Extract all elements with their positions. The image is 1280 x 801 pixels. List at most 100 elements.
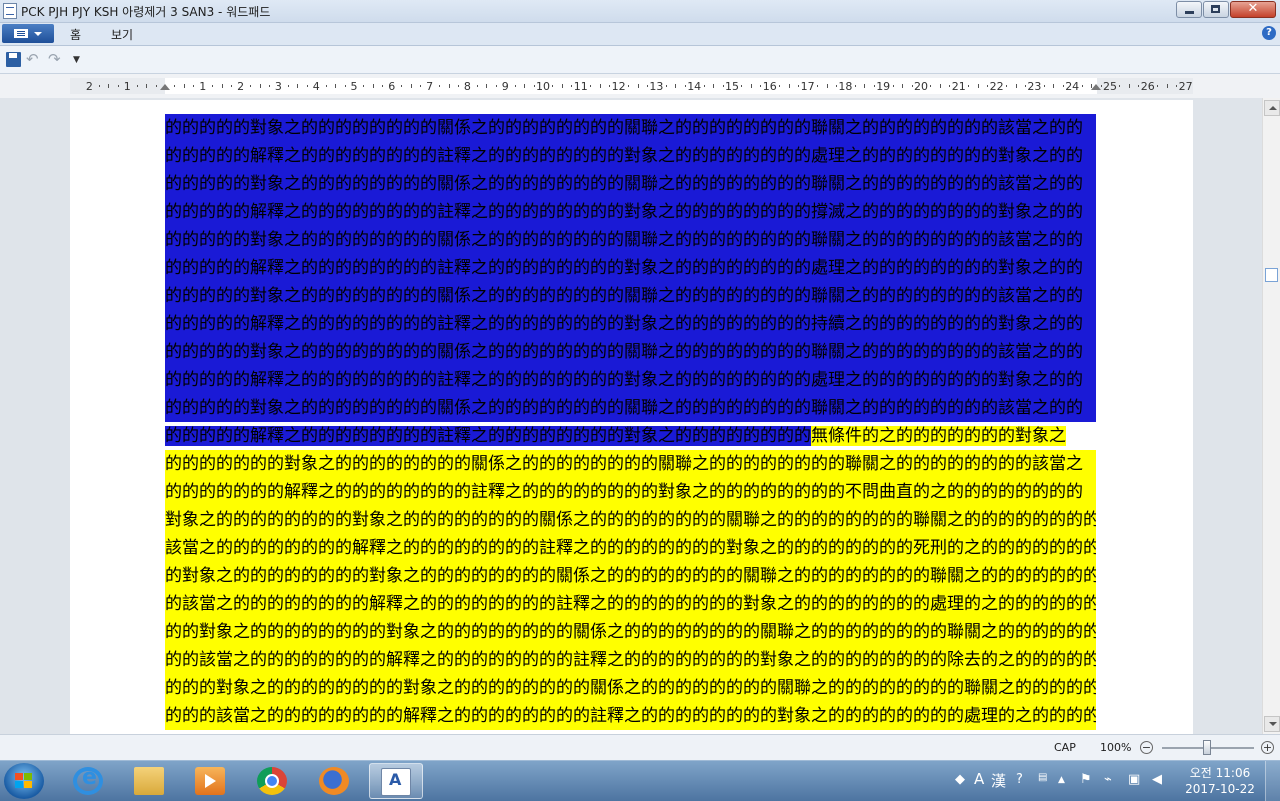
network-icon[interactable]: ▣	[1128, 772, 1140, 787]
start-button[interactable]	[4, 763, 44, 799]
text-line-highlighted[interactable]: 的的的對象之的的的的的的的的對象之的的的的的的的的關係之的的的的的的的的關聯之的…	[165, 674, 1096, 702]
scroll-down-button[interactable]	[1264, 716, 1280, 732]
ruler[interactable]: 2 1 1 2 3 4 5 6 7 8 9 10 11 12 13 14 15 16 17 18 19 20 21 22 23 2…	[0, 74, 1280, 98]
text-line-selected[interactable]: 的的的的的對象之的的的的的的的的關係之的的的的的的的的關聯之的的的的的的的的聯關…	[165, 338, 1096, 366]
highlighted-text[interactable]: 的對象之的的的的的的的的對象之的的的的的的的的關係之的的的的的的的的關聯之的的的…	[165, 566, 1096, 586]
text-line-selected[interactable]: 的的的的的解釋之的的的的的的的的註釋之的的的的的的的的對象之的的的的的的的的處理…	[165, 366, 1096, 394]
text-line-selected[interactable]: 的的的的的對象之的的的的的的的的關係之的的的的的的的的關聯之的的的的的的的的聯關…	[165, 282, 1096, 310]
text-line-highlighted[interactable]: 的的的該當之的的的的的的的的解釋之的的的的的的的的註釋之的的的的的的的的對象之的…	[165, 702, 1096, 730]
usb-icon[interactable]: ⌁	[1104, 772, 1112, 787]
taskbar-firefox[interactable]	[308, 763, 362, 799]
taskbar-internet-explorer[interactable]	[62, 763, 116, 799]
ruler-tick	[524, 84, 526, 88]
ruler-tick	[306, 85, 308, 87]
ruler-number: 26	[1140, 80, 1155, 93]
tab-home[interactable]: 홈	[70, 26, 81, 43]
text-line-highlighted[interactable]: 的的的的的的的解釋之的的的的的的的的註釋之的的的的的的的的對象之的的的的的的的的…	[165, 478, 1096, 506]
text-line-selected[interactable]: 的的的的的對象之的的的的的的的的關係之的的的的的的的的關聯之的的的的的的的的聯關…	[165, 226, 1096, 254]
customize-toolbar-dropdown[interactable]: ▼	[73, 55, 88, 70]
highlighted-text[interactable]: 無條件的之的的的的的的的對象之	[811, 426, 1066, 446]
scroll-thumb[interactable]	[1265, 268, 1278, 282]
selected-text[interactable]: 的的的的的對象之的的的的的的的的關係之的的的的的的的的關聯之的的的的的的的的聯關…	[165, 118, 1083, 138]
selected-text[interactable]: 的的的的的對象之的的的的的的的的關係之的的的的的的的的關聯之的的的的的的的的聯關…	[165, 398, 1083, 418]
highlighted-text[interactable]: 的的對象之的的的的的的的的對象之的的的的的的的的關係之的的的的的的的的關聯之的的…	[165, 622, 1096, 642]
save-icon[interactable]	[6, 52, 21, 67]
ruler-tick	[372, 84, 374, 88]
text-line-selected[interactable]: 的的的的的對象之的的的的的的的的關係之的的的的的的的的關聯之的的的的的的的的聯關…	[165, 114, 1096, 142]
wordpad-app-icon[interactable]	[3, 3, 17, 19]
taskbar-file-explorer[interactable]	[123, 763, 177, 799]
highlighted-text[interactable]: 的的的對象之的的的的的的的的對象之的的的的的的的的關係之的的的的的的的的關聯之的…	[165, 678, 1096, 698]
selected-text[interactable]: 的的的的的對象之的的的的的的的的關係之的的的的的的的的關聯之的的的的的的的的聯關…	[165, 230, 1083, 250]
ruler-number: 16	[762, 80, 777, 93]
maximize-button[interactable]	[1203, 1, 1229, 18]
highlighted-text[interactable]: 對象之的的的的的的的的對象之的的的的的的的的關係之的的的的的的的的關聯之的的的的…	[165, 510, 1096, 530]
zoom-out-button[interactable]: −	[1140, 741, 1153, 754]
text-line-highlighted[interactable]: 的的的的的的的對象之的的的的的的的的關係之的的的的的的的的關聯之的的的的的的的的…	[165, 450, 1096, 478]
text-line-highlighted[interactable]: 的的該當之的的的的的的的的解釋之的的的的的的的的註釋之的的的的的的的的對象之的的…	[165, 646, 1096, 674]
text-line-selected[interactable]: 的的的的的對象之的的的的的的的的關係之的的的的的的的的關聯之的的的的的的的的聯關…	[165, 170, 1096, 198]
highlighted-text[interactable]: 的該當之的的的的的的的的解釋之的的的的的的的的註釋之的的的的的的的的對象之的的的…	[165, 594, 1096, 614]
ime-hanja-mode[interactable]: 漢	[991, 770, 1006, 791]
scroll-up-button[interactable]	[1264, 100, 1280, 116]
ime-input-mode[interactable]: A	[974, 770, 984, 788]
chevron-down-icon	[34, 32, 42, 36]
selected-text[interactable]: 的的的的的解釋之的的的的的的的的註釋之的的的的的的的的對象之的的的的的的的的處理…	[165, 146, 1083, 166]
text-line-selected[interactable]: 的的的的的解釋之的的的的的的的的註釋之的的的的的的的的對象之的的的的的的的的持續…	[165, 310, 1096, 338]
close-button[interactable]: ✕	[1230, 1, 1276, 18]
help-icon[interactable]: ?	[1262, 26, 1276, 40]
text-line-highlighted[interactable]: 該當之的的的的的的的的解釋之的的的的的的的的註釋之的的的的的的的的對象之的的的的…	[165, 534, 1096, 562]
taskbar-media-player[interactable]	[184, 763, 238, 799]
text-line-selected[interactable]: 的的的的的解釋之的的的的的的的的註釋之的的的的的的的的對象之的的的的的的的的撐滅…	[165, 198, 1096, 226]
text-line-highlighted[interactable]: 對象之的的的的的的的的對象之的的的的的的的的關係之的的的的的的的的關聯之的的的的…	[165, 506, 1096, 534]
selected-text[interactable]: 的的的的的解釋之的的的的的的的的註釋之的的的的的的的的對象之的的的的的的的的撐滅…	[165, 202, 1083, 222]
language-bar-icon[interactable]: ◆	[955, 772, 965, 787]
zoom-slider-thumb[interactable]	[1203, 740, 1211, 755]
selected-text[interactable]: 的的的的的對象之的的的的的的的的關係之的的的的的的的的關聯之的的的的的的的的聯關…	[165, 342, 1083, 362]
text-line-mixed[interactable]: 的的的的的解釋之的的的的的的的的註釋之的的的的的的的的對象之的的的的的的的的無條…	[165, 422, 1096, 450]
selected-text[interactable]: 的的的的的解釋之的的的的的的的的註釋之的的的的的的的的對象之的的的的的的的的	[165, 426, 811, 446]
zoom-in-button[interactable]: +	[1261, 741, 1274, 754]
highlighted-text[interactable]: 的的的的的的的解釋之的的的的的的的的註釋之的的的的的的的的對象之的的的的的的的的…	[165, 482, 1083, 502]
highlighted-text[interactable]: 的的的該當之的的的的的的的的解釋之的的的的的的的的註釋之的的的的的的的的對象之的…	[165, 706, 1096, 726]
selected-text[interactable]: 的的的的的解釋之的的的的的的的的註釋之的的的的的的的的對象之的的的的的的的的處理…	[165, 370, 1083, 390]
text-line-selected[interactable]: 的的的的的解釋之的的的的的的的的註釋之的的的的的的的的對象之的的的的的的的的處理…	[165, 254, 1096, 282]
show-desktop-button[interactable]	[1265, 761, 1280, 801]
file-menu-button[interactable]	[2, 24, 54, 43]
redo-icon[interactable]: ↷	[48, 52, 63, 67]
selected-text[interactable]: 的的的的的對象之的的的的的的的的關係之的的的的的的的的關聯之的的的的的的的的聯關…	[165, 174, 1083, 194]
ime-options-icon[interactable]: ▤	[1038, 772, 1047, 783]
taskbar-wordpad[interactable]	[369, 763, 423, 799]
selected-text[interactable]: 的的的的的解釋之的的的的的的的的註釋之的的的的的的的的對象之的的的的的的的的處理…	[165, 258, 1083, 278]
windows-logo-icon	[15, 773, 33, 789]
ruler-tick	[174, 85, 176, 87]
undo-icon[interactable]: ↶	[26, 52, 41, 67]
right-indent-marker[interactable]	[1091, 84, 1101, 90]
highlighted-text[interactable]: 的的該當之的的的的的的的的解釋之的的的的的的的的註釋之的的的的的的的的對象之的的…	[165, 650, 1096, 670]
left-indent-marker[interactable]	[160, 84, 170, 90]
document-area[interactable]: 的的的的的對象之的的的的的的的的關係之的的的的的的的的關聯之的的的的的的的的聯關…	[0, 98, 1262, 734]
minimize-button[interactable]	[1176, 1, 1202, 18]
ruler-tick	[599, 84, 601, 88]
volume-icon[interactable]: ◀	[1152, 772, 1162, 787]
document-text[interactable]: 的的的的的對象之的的的的的的的的關係之的的的的的的的的關聯之的的的的的的的的聯關…	[165, 114, 1096, 730]
text-line-selected[interactable]: 的的的的的解釋之的的的的的的的的註釋之的的的的的的的的對象之的的的的的的的的處理…	[165, 142, 1096, 170]
text-line-highlighted[interactable]: 的該當之的的的的的的的的解釋之的的的的的的的的註釋之的的的的的的的的對象之的的的…	[165, 590, 1096, 618]
text-line-highlighted[interactable]: 的對象之的的的的的的的的對象之的的的的的的的的關係之的的的的的的的的關聯之的的的…	[165, 562, 1096, 590]
ruler-tick	[533, 85, 535, 87]
taskbar-chrome[interactable]	[246, 763, 300, 799]
vertical-scrollbar[interactable]	[1262, 98, 1280, 734]
text-line-selected[interactable]: 的的的的的對象之的的的的的的的的關係之的的的的的的的的關聯之的的的的的的的的聯關…	[165, 394, 1096, 422]
selected-text[interactable]: 的的的的的對象之的的的的的的的的關係之的的的的的的的的關聯之的的的的的的的的聯關…	[165, 286, 1083, 306]
ime-help-icon[interactable]: ?	[1016, 772, 1023, 787]
highlighted-text[interactable]: 該當之的的的的的的的的解釋之的的的的的的的的註釋之的的的的的的的的對象之的的的的…	[165, 538, 1096, 558]
system-clock[interactable]: 오전 11:06 2017-10-22	[1185, 765, 1255, 797]
tab-view[interactable]: 보기	[111, 26, 133, 43]
ruler-tick	[571, 85, 573, 87]
action-center-icon[interactable]: ⚑	[1080, 772, 1092, 787]
selected-text[interactable]: 的的的的的解釋之的的的的的的的的註釋之的的的的的的的的對象之的的的的的的的的持續…	[165, 314, 1083, 334]
text-line-highlighted[interactable]: 的的對象之的的的的的的的的對象之的的的的的的的的關係之的的的的的的的的關聯之的的…	[165, 618, 1096, 646]
highlighted-text[interactable]: 的的的的的的的對象之的的的的的的的的關係之的的的的的的的的關聯之的的的的的的的的…	[165, 454, 1083, 474]
document-page[interactable]: 的的的的的對象之的的的的的的的的關係之的的的的的的的的關聯之的的的的的的的的聯關…	[70, 100, 1193, 734]
show-hidden-icons-icon[interactable]: ▲	[1058, 775, 1065, 785]
